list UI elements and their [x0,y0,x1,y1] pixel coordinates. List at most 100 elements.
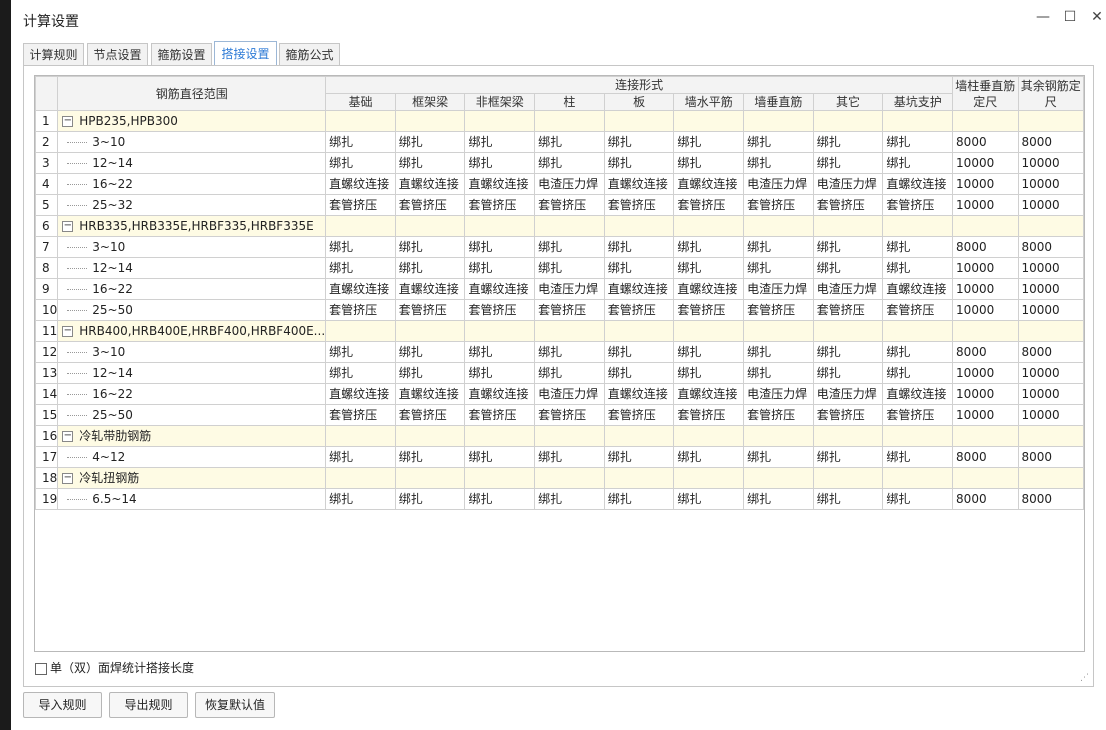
connection-cell[interactable]: 绑扎 [603,488,675,510]
empty-cell[interactable] [394,467,466,489]
connection-cell[interactable]: 绑扎 [812,488,884,510]
empty-cell[interactable] [882,467,954,489]
table-row[interactable]: 5 25~32 套管挤压 套管挤压 套管挤压 套管挤压 套管挤压 套管挤压 套管挤压 套管挤压 套管… [35,194,1084,216]
connection-cell[interactable]: 绑扎 [812,131,884,153]
export-rules-button[interactable]: 导出规则 [109,692,188,718]
connection-cell[interactable]: 套管挤压 [394,404,466,426]
connection-cell[interactable]: 绑扎 [603,152,675,174]
table-row[interactable]: 13 12~14 绑扎 绑扎 绑扎 绑扎 绑扎 绑扎 绑扎 绑扎 绑扎 10000 10000 [35,362,1084,384]
length-cell[interactable]: 10000 [952,257,1019,279]
table-row[interactable]: 15 25~50 套管挤压 套管挤压 套管挤压 套管挤压 套管挤压 套管挤压 套管挤压 套管挤压套… [35,404,1084,426]
connection-cell[interactable]: 绑扎 [743,152,814,174]
connection-cell[interactable]: 绑扎 [394,131,466,153]
connection-cell[interactable]: 套管挤压 [534,194,605,216]
empty-cell[interactable] [812,110,884,132]
group-row[interactable]: 16− 冷轧带肋钢筋 [35,425,1084,447]
length-cell[interactable]: 10000 [952,173,1019,195]
collapse-icon[interactable]: − [62,221,74,232]
empty-cell[interactable] [812,320,884,342]
connection-cell[interactable]: 绑扎 [743,488,814,510]
tab-node-settings[interactable]: 节点设置 [87,43,148,65]
connection-cell[interactable]: 绑扎 [534,488,605,510]
empty-cell[interactable] [952,467,1019,489]
connection-cell[interactable]: 绑扎 [394,446,466,468]
connection-cell[interactable]: 绑扎 [464,341,536,363]
connection-cell[interactable]: 电渣压力焊 [534,278,605,300]
range-cell[interactable]: 16~22 [57,173,327,195]
group-row[interactable]: 11− HRB400,HRB400E,HRBF400,HRBF400E... [35,320,1084,342]
empty-cell[interactable] [464,215,536,237]
connection-cell[interactable]: 绑扎 [394,341,466,363]
length-cell[interactable]: 10000 [1017,257,1084,279]
connection-cell[interactable]: 电渣压力焊 [743,383,814,405]
connection-cell[interactable]: 绑扎 [673,257,745,279]
connection-cell[interactable]: 直螺纹连接 [882,383,954,405]
connection-cell[interactable]: 直螺纹连接 [464,173,536,195]
connection-cell[interactable]: 绑扎 [743,446,814,468]
connection-cell[interactable]: 套管挤压 [673,404,745,426]
connection-cell[interactable]: 绑扎 [394,488,466,510]
range-cell[interactable]: 3~10 [57,236,327,258]
connection-cell[interactable]: 绑扎 [464,488,536,510]
empty-cell[interactable] [1017,110,1084,132]
connection-cell[interactable]: 套管挤压 [743,194,814,216]
length-cell[interactable]: 8000 [1017,131,1084,153]
range-cell[interactable]: 3~10 [57,131,327,153]
length-cell[interactable]: 8000 [1017,488,1084,510]
connection-cell[interactable]: 绑扎 [673,131,745,153]
connection-cell[interactable]: 套管挤压 [882,194,954,216]
connection-cell[interactable]: 绑扎 [603,236,675,258]
group-row[interactable]: 1− HPB235,HPB300 [35,110,1084,132]
connection-cell[interactable]: 绑扎 [325,488,396,510]
connection-cell[interactable]: 套管挤压 [603,299,675,321]
empty-cell[interactable] [464,320,536,342]
length-cell[interactable]: 10000 [952,152,1019,174]
empty-cell[interactable] [882,110,954,132]
length-cell[interactable]: 8000 [1017,236,1084,258]
connection-cell[interactable]: 绑扎 [394,236,466,258]
table-row[interactable]: 19 6.5~14 绑扎 绑扎 绑扎 绑扎 绑扎 绑扎 绑扎 绑扎 绑扎 8000 8000 [35,488,1084,510]
collapse-icon[interactable]: − [62,431,74,442]
connection-cell[interactable]: 绑扎 [534,362,605,384]
length-cell[interactable]: 10000 [952,362,1019,384]
connection-cell[interactable]: 直螺纹连接 [603,383,675,405]
empty-cell[interactable] [673,215,745,237]
connection-cell[interactable]: 绑扎 [673,488,745,510]
connection-cell[interactable]: 直螺纹连接 [464,383,536,405]
empty-cell[interactable] [603,215,675,237]
connection-cell[interactable]: 绑扎 [325,446,396,468]
connection-cell[interactable]: 绑扎 [812,341,884,363]
connection-cell[interactable]: 套管挤压 [325,299,396,321]
import-rules-button[interactable]: 导入规则 [23,692,102,718]
range-cell[interactable]: 16~22 [57,383,327,405]
connection-cell[interactable]: 绑扎 [603,446,675,468]
connection-cell[interactable]: 绑扎 [882,152,954,174]
connection-cell[interactable]: 绑扎 [812,446,884,468]
table-row[interactable]: 2 3~10 绑扎 绑扎 绑扎 绑扎 绑扎 绑扎 绑扎 绑扎 绑扎 8000 8000 [35,131,1084,153]
empty-cell[interactable] [952,320,1019,342]
empty-cell[interactable] [325,110,396,132]
range-cell[interactable]: 16~22 [57,278,327,300]
empty-cell[interactable] [464,467,536,489]
connection-cell[interactable]: 绑扎 [394,362,466,384]
connection-cell[interactable]: 套管挤压 [882,404,954,426]
connection-cell[interactable]: 绑扎 [325,152,396,174]
tab-stirrup-settings[interactable]: 箍筋设置 [151,43,212,65]
empty-cell[interactable] [882,425,954,447]
connection-cell[interactable]: 电渣压力焊 [534,173,605,195]
connection-cell[interactable]: 直螺纹连接 [325,383,396,405]
connection-cell[interactable]: 直螺纹连接 [325,173,396,195]
connection-cell[interactable]: 绑扎 [325,131,396,153]
connection-cell[interactable]: 绑扎 [325,236,396,258]
weld-checkbox[interactable] [35,662,47,675]
connection-cell[interactable]: 套管挤压 [394,194,466,216]
empty-cell[interactable] [673,320,745,342]
connection-cell[interactable]: 绑扎 [603,131,675,153]
range-cell[interactable]: 3~10 [57,341,327,363]
connection-cell[interactable]: 绑扎 [882,236,954,258]
empty-cell[interactable] [534,320,605,342]
connection-cell[interactable]: 绑扎 [464,362,536,384]
empty-cell[interactable] [1017,215,1084,237]
empty-cell[interactable] [673,425,745,447]
connection-cell[interactable]: 套管挤压 [673,194,745,216]
